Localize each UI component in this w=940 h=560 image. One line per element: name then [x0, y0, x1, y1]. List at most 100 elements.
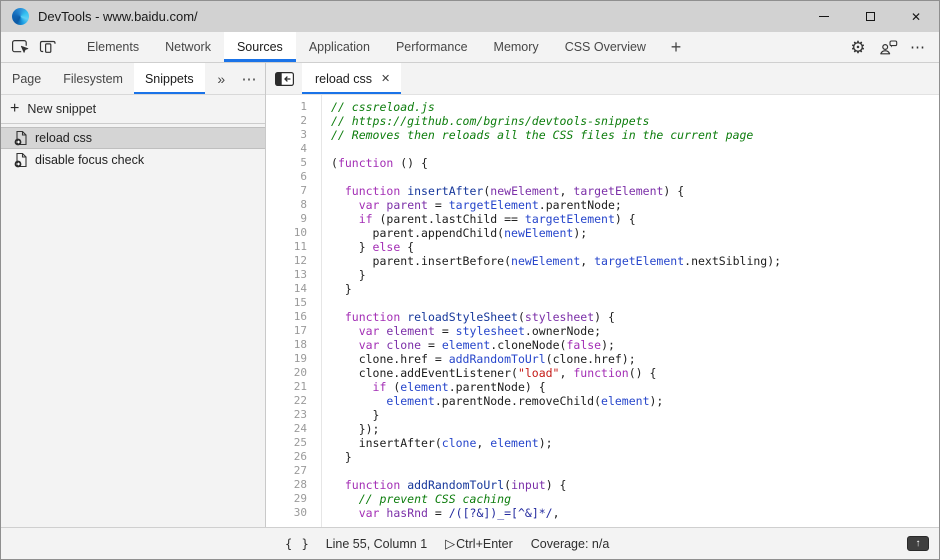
code-text: }	[321, 268, 366, 282]
code-line[interactable]: 16 function reloadStyleSheet(stylesheet)…	[266, 310, 939, 324]
navigator-more-icon[interactable]: ⋯	[234, 63, 265, 94]
line-number[interactable]: 11	[266, 240, 321, 254]
line-number[interactable]: 5	[266, 156, 321, 170]
line-number[interactable]: 30	[266, 506, 321, 520]
code-line[interactable]: 1// cssreload.js	[266, 100, 939, 114]
code-line[interactable]: 22 element.parentNode.removeChild(elemen…	[266, 394, 939, 408]
line-number[interactable]: 24	[266, 422, 321, 436]
line-number[interactable]: 1	[266, 100, 321, 114]
line-number[interactable]: 13	[266, 268, 321, 282]
code-line[interactable]: 10 parent.appendChild(newElement);	[266, 226, 939, 240]
tab-overflow-chevron-icon[interactable]: »	[209, 63, 234, 94]
sidebar-tab-page[interactable]: Page	[1, 63, 52, 94]
devtools-window: DevTools - www.baidu.com/ ✕ ElementsNetw…	[0, 0, 940, 560]
code-line[interactable]: 13 }	[266, 268, 939, 282]
line-number[interactable]: 23	[266, 408, 321, 422]
toolbar-tab-application[interactable]: Application	[296, 32, 383, 62]
code-editor[interactable]: 1// cssreload.js2// https://github.com/b…	[266, 95, 939, 527]
sidebar-tab-filesystem[interactable]: Filesystem	[52, 63, 134, 94]
more-tools-button[interactable]: +	[659, 32, 693, 62]
code-line[interactable]: 25 insertAfter(clone, element);	[266, 436, 939, 450]
code-line[interactable]: 6	[266, 170, 939, 184]
code-line[interactable]: 28 function addRandomToUrl(input) {	[266, 478, 939, 492]
toolbar-tab-css-overview[interactable]: CSS Overview	[552, 32, 659, 62]
more-options-icon[interactable]: ⋯	[903, 38, 933, 56]
line-number[interactable]: 12	[266, 254, 321, 268]
toolbar-tab-sources[interactable]: Sources	[224, 32, 296, 62]
pretty-print-braces-icon[interactable]: { }	[285, 537, 310, 551]
line-number[interactable]: 9	[266, 212, 321, 226]
line-number[interactable]: 18	[266, 338, 321, 352]
line-number[interactable]: 8	[266, 198, 321, 212]
line-number[interactable]: 10	[266, 226, 321, 240]
code-line[interactable]: 9 if (parent.lastChild == targetElement)…	[266, 212, 939, 226]
line-number[interactable]: 6	[266, 170, 321, 184]
code-line[interactable]: 15	[266, 296, 939, 310]
line-number[interactable]: 3	[266, 128, 321, 142]
code-line[interactable]: 4	[266, 142, 939, 156]
code-line[interactable]: 18 var clone = element.cloneNode(false);	[266, 338, 939, 352]
code-line[interactable]: 2// https://github.com/bgrins/devtools-s…	[266, 114, 939, 128]
line-number[interactable]: 7	[266, 184, 321, 198]
code-line[interactable]: 29 // prevent CSS caching	[266, 492, 939, 506]
code-text: parent.insertBefore(newElement, targetEl…	[321, 254, 781, 268]
line-number[interactable]: 25	[266, 436, 321, 450]
toolbar-tab-elements[interactable]: Elements	[74, 32, 152, 62]
code-line[interactable]: 19 clone.href = addRandomToUrl(clone.hre…	[266, 352, 939, 366]
line-number[interactable]: 28	[266, 478, 321, 492]
tab-close-icon[interactable]: ✕	[381, 72, 390, 85]
code-line[interactable]: 7 function insertAfter(newElement, targe…	[266, 184, 939, 198]
navigator-tabs: » ⋯ PageFilesystemSnippets	[1, 63, 265, 95]
code-text	[321, 142, 331, 156]
code-line[interactable]: 14 }	[266, 282, 939, 296]
line-number[interactable]: 29	[266, 492, 321, 506]
minimize-button[interactable]	[801, 1, 847, 32]
close-button[interactable]: ✕	[893, 1, 939, 32]
snippet-item-disable-focus-check[interactable]: disable focus check	[1, 149, 265, 171]
line-number[interactable]: 20	[266, 366, 321, 380]
maximize-button[interactable]	[847, 1, 893, 32]
code-line[interactable]: 20 clone.addEventListener("load", functi…	[266, 366, 939, 380]
toolbar-tabs: ElementsNetworkSourcesApplicationPerform…	[74, 32, 659, 62]
line-number[interactable]: 4	[266, 142, 321, 156]
code-line[interactable]: 8 var parent = targetElement.parentNode;	[266, 198, 939, 212]
navigator-toggle-icon[interactable]	[266, 63, 302, 94]
device-emulation-icon[interactable]	[34, 32, 62, 62]
code-line[interactable]: 3// Removes then reloads all the CSS fil…	[266, 128, 939, 142]
line-number[interactable]: 19	[266, 352, 321, 366]
code-line[interactable]: 24 });	[266, 422, 939, 436]
editor-tab-reload-css[interactable]: reload css ✕	[302, 63, 401, 94]
toggle-drawer-button[interactable]: ↑	[907, 536, 929, 551]
line-number[interactable]: 15	[266, 296, 321, 310]
settings-gear-icon[interactable]: ⚙	[843, 39, 873, 56]
code-line[interactable]: 30 var hasRnd = /([?&])_=[^&]*/,	[266, 506, 939, 520]
toolbar-tab-performance[interactable]: Performance	[383, 32, 481, 62]
line-number[interactable]: 22	[266, 394, 321, 408]
code-line[interactable]: 26 }	[266, 450, 939, 464]
line-number[interactable]: 2	[266, 114, 321, 128]
toolbar-tab-memory[interactable]: Memory	[481, 32, 552, 62]
code-line[interactable]: 11 } else {	[266, 240, 939, 254]
code-line[interactable]: 21 if (element.parentNode) {	[266, 380, 939, 394]
sidebar-tab-snippets[interactable]: Snippets	[134, 63, 205, 94]
inspect-element-icon[interactable]	[6, 32, 34, 62]
line-number[interactable]: 17	[266, 324, 321, 338]
code-text: // prevent CSS caching	[321, 492, 511, 506]
toolbar-tab-network[interactable]: Network	[152, 32, 224, 62]
code-line[interactable]: 12 parent.insertBefore(newElement, targe…	[266, 254, 939, 268]
code-line[interactable]: 27	[266, 464, 939, 478]
snippet-item-reload-css[interactable]: reload css	[1, 127, 265, 149]
code-text: function reloadStyleSheet(stylesheet) {	[321, 310, 615, 324]
line-number[interactable]: 14	[266, 282, 321, 296]
code-line[interactable]: 5(function () {	[266, 156, 939, 170]
feedback-icon[interactable]	[873, 40, 903, 55]
line-number[interactable]: 27	[266, 464, 321, 478]
navigator-sidebar: » ⋯ PageFilesystemSnippets + New snippet…	[1, 63, 266, 527]
line-number[interactable]: 16	[266, 310, 321, 324]
code-line[interactable]: 23 }	[266, 408, 939, 422]
new-snippet-button[interactable]: + New snippet	[1, 95, 265, 124]
line-number[interactable]: 26	[266, 450, 321, 464]
snippet-label: disable focus check	[35, 153, 144, 167]
code-line[interactable]: 17 var element = stylesheet.ownerNode;	[266, 324, 939, 338]
line-number[interactable]: 21	[266, 380, 321, 394]
